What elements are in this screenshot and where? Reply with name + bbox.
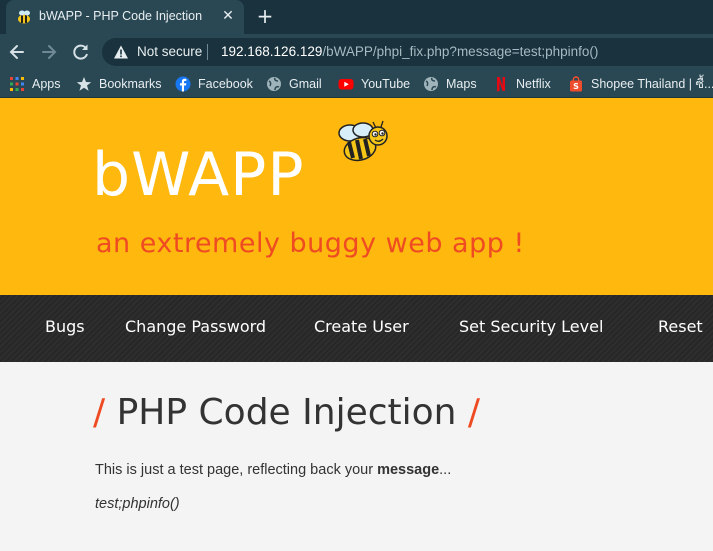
description-suffix: ... bbox=[439, 462, 452, 478]
page-content bbox=[0, 362, 713, 551]
new-tab-icon[interactable]: + bbox=[254, 5, 276, 27]
url-text[interactable]: 192.168.126.129/bWAPP/phpi_fix.php?messa… bbox=[221, 44, 598, 59]
bookmark-label: Maps bbox=[446, 77, 477, 91]
bookmark-youtube[interactable]: YouTube bbox=[338, 75, 410, 93]
description-text: This is just a test page, reflecting bac… bbox=[95, 462, 451, 478]
bookmark-label: YouTube bbox=[361, 77, 411, 91]
bookmark-bookmarks[interactable]: Bookmarks bbox=[76, 75, 162, 93]
forward-arrow-icon[interactable] bbox=[38, 41, 60, 63]
browser-tab-active[interactable]: bWAPP - PHP Code Injection ✕ bbox=[6, 0, 244, 34]
bookmark-label: Bookmarks bbox=[99, 77, 162, 91]
tab-title: bWAPP - PHP Code Injection bbox=[39, 9, 203, 23]
menu-item-bugs[interactable]: Bugs bbox=[45, 317, 85, 336]
bookmarks-bar: Apps Bookmarks Facebook Gmail YouTube Ma… bbox=[0, 70, 713, 98]
bookmark-gmail[interactable]: Gmail bbox=[266, 75, 322, 93]
bookmark-apps[interactable]: Apps bbox=[9, 75, 61, 93]
address-bar[interactable]: Not secure 192.168.126.129/bWAPP/phpi_fi… bbox=[102, 38, 713, 66]
shopee-icon: S bbox=[570, 76, 582, 92]
menu-item-change-password[interactable]: Change Password bbox=[125, 317, 266, 336]
site-logo[interactable]: bWAPP bbox=[92, 140, 305, 210]
bookmark-label: Netflix bbox=[516, 77, 551, 91]
bookmark-netflix[interactable]: Netflix bbox=[493, 75, 551, 93]
globe-icon bbox=[424, 77, 438, 91]
star-icon bbox=[76, 77, 92, 91]
description-prefix: This is just a test page, reflecting bac… bbox=[95, 462, 378, 478]
url-host: 192.168.126.129 bbox=[221, 44, 323, 59]
facebook-icon bbox=[175, 76, 191, 92]
bookmark-maps[interactable]: Maps bbox=[423, 75, 477, 93]
warning-triangle-icon bbox=[114, 45, 128, 59]
bookmark-facebook[interactable]: Facebook bbox=[175, 75, 253, 93]
bookmark-label: Shopee Thailand | ซื้... bbox=[591, 77, 713, 91]
bookmark-label: Apps bbox=[32, 77, 61, 91]
browser-toolbar: Not secure 192.168.126.129/bWAPP/phpi_fi… bbox=[0, 34, 713, 70]
apps-grid-icon bbox=[10, 77, 24, 91]
menu-item-set-security-level[interactable]: Set Security Level bbox=[459, 317, 603, 336]
security-status[interactable]: Not secure bbox=[137, 44, 202, 59]
bookmark-label: Gmail bbox=[289, 77, 322, 91]
bookmark-shopee[interactable]: S Shopee Thailand | ซื้... bbox=[568, 75, 713, 93]
globe-icon bbox=[267, 77, 281, 91]
browser-tab-strip: bWAPP - PHP Code Injection ✕ + bbox=[0, 0, 713, 34]
address-divider bbox=[207, 44, 208, 60]
description-bold: message bbox=[377, 462, 440, 478]
bee-mascot-icon bbox=[338, 120, 388, 162]
tab-close-icon[interactable]: ✕ bbox=[220, 8, 236, 24]
reflected-message: test;phpinfo() bbox=[95, 496, 180, 512]
title-slash-left: / bbox=[93, 392, 106, 433]
bee-favicon-icon bbox=[18, 10, 30, 24]
menu-item-create-user[interactable]: Create User bbox=[314, 317, 409, 336]
bookmark-label: Facebook bbox=[198, 77, 253, 91]
reload-icon[interactable] bbox=[70, 41, 92, 63]
svg-text:S: S bbox=[573, 82, 579, 91]
title-slash-right: / bbox=[467, 392, 481, 433]
url-path: /bWAPP/phpi_fix.php?message=test;phpinfo… bbox=[322, 44, 599, 59]
page-title-text: PHP Code Injection bbox=[116, 392, 457, 433]
back-arrow-icon[interactable] bbox=[6, 41, 28, 63]
netflix-icon bbox=[493, 76, 509, 92]
youtube-icon bbox=[338, 79, 354, 90]
page-title: / PHP Code Injection / bbox=[93, 392, 480, 433]
menu-item-reset[interactable]: Reset bbox=[658, 317, 703, 336]
main-menu: Bugs Change Password Create User Set Sec… bbox=[0, 295, 713, 362]
site-tagline: an extremely buggy web app ! bbox=[96, 228, 525, 259]
